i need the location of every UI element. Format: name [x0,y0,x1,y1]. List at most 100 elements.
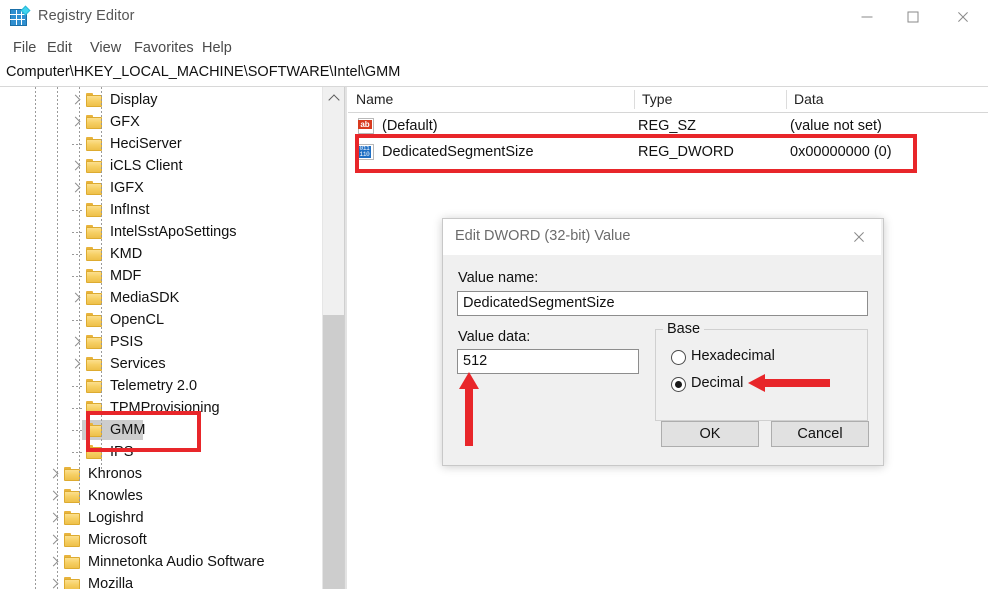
tree-item-infinst[interactable]: InfInst [0,199,322,221]
menu-edit[interactable]: Edit [41,38,78,58]
tree-item-services[interactable]: Services [0,353,322,375]
annotation-arrow-value-data [459,372,479,448]
tree-item-label: InfInst [110,202,150,218]
maximize-button[interactable] [890,0,936,34]
dialog-title-bar: Edit DWORD (32-bit) Value [443,219,881,255]
tree-item-opencl[interactable]: OpenCL [0,309,322,331]
tree-connector [72,144,82,145]
tree-connector [72,320,82,321]
tree-item-gfx[interactable]: GFX [0,111,322,133]
menu-bar: File Edit View Favorites Help [0,34,988,61]
tree-item-minnetonka-audio-software[interactable]: Minnetonka Audio Software [0,551,322,573]
column-divider[interactable] [786,90,787,109]
tree-connector [72,386,82,387]
chevron-right-icon[interactable] [68,155,84,177]
tree-item-telemetry-2-0[interactable]: Telemetry 2.0 [0,375,322,397]
tree-connector [72,232,82,233]
tree-item-icls-client[interactable]: iCLS Client [0,155,322,177]
tree-item-label: MDF [110,268,142,284]
tree-item-kmd[interactable]: KMD [0,243,322,265]
value-name-label: Value name: [458,270,539,286]
dialog-close-button[interactable] [837,219,881,255]
cancel-button[interactable]: Cancel [771,421,869,447]
registry-tree-pane[interactable]: Display GFX HeciServer iCLS Client IGFX InfIn… [0,87,322,589]
tree-item-psis[interactable]: PSIS [0,331,322,353]
tree-item-mozilla[interactable]: Mozilla [0,573,322,589]
column-header-name[interactable]: Name [356,91,393,107]
chevron-right-icon[interactable] [68,353,84,375]
chevron-right-icon[interactable] [46,551,62,573]
tree-item-knowles[interactable]: Knowles [0,485,322,507]
tree-item-label: Telemetry 2.0 [110,378,198,394]
pane-splitter[interactable] [345,87,347,589]
menu-view[interactable]: View [84,38,127,58]
tree-scrollbar-thumb[interactable] [323,315,345,589]
address-bar[interactable]: Computer\HKEY_LOCAL_MACHINE\SOFTWARE\Int… [0,61,988,87]
ok-button[interactable]: OK [661,421,759,447]
registry-editor-window: Registry Editor File Edit View Favorites… [0,0,988,589]
registry-path: Computer\HKEY_LOCAL_MACHINE\SOFTWARE\Int… [6,64,401,80]
value-data-text: 512 [463,353,488,369]
value-type: REG_SZ [638,118,697,134]
tree-item-label: IGFX [110,180,144,196]
chevron-right-icon[interactable] [46,529,62,551]
column-divider[interactable] [634,90,635,109]
annotation-box-dedicated-segment-size [355,134,917,173]
chevron-right-icon[interactable] [68,89,84,111]
value-name-input[interactable]: DedicatedSegmentSize [457,291,868,316]
annotation-box-gmm-key [86,411,201,452]
menu-favorites[interactable]: Favorites [128,38,200,58]
edit-dword-dialog: Edit DWORD (32-bit) Value Value name: De… [442,218,884,466]
chevron-right-icon[interactable] [68,287,84,309]
folder-icon [64,511,81,525]
value-data-input[interactable]: 512 [457,349,639,374]
chevron-up-icon[interactable] [323,87,345,107]
chevron-right-icon[interactable] [46,507,62,529]
tree-item-label: Khronos [88,466,143,482]
tree-item-intelsstaposettings[interactable]: IntelSstApoSettings [0,221,322,243]
tree-item-heciserver[interactable]: HeciServer [0,133,322,155]
chevron-right-icon[interactable] [68,177,84,199]
chevron-right-icon[interactable] [68,331,84,353]
column-header-type[interactable]: Type [642,91,672,107]
menu-help[interactable]: Help [196,38,238,58]
window-title: Registry Editor [38,8,135,24]
tree-item-display[interactable]: Display [0,89,322,111]
tree-item-mediasdk[interactable]: MediaSDK [0,287,322,309]
tree-item-microsoft[interactable]: Microsoft [0,529,322,551]
tree-item-label: Services [110,356,166,372]
tree-item-label: Minnetonka Audio Software [88,554,265,570]
tree-item-label: Display [110,92,158,108]
close-icon [853,231,866,244]
list-header: Name Type Data [348,87,988,113]
chevron-right-icon[interactable] [46,485,62,507]
tree-item-logishrd[interactable]: Logishrd [0,507,322,529]
tree-item-label: Knowles [88,488,143,504]
tree-item-label: IntelSstApoSettings [110,224,237,240]
tree-item-mdf[interactable]: MDF [0,265,322,287]
tree-item-label: GFX [110,114,140,130]
chevron-right-icon[interactable] [46,573,62,589]
minimize-icon [861,16,873,18]
tree-guide-line [79,87,80,507]
close-button[interactable] [940,0,986,34]
tree-item-label: Mozilla [88,576,134,589]
tree-guide-line [57,87,58,589]
annotation-arrow-decimal [748,374,830,392]
chevron-right-icon[interactable] [68,111,84,133]
tree-item-label: Microsoft [88,532,147,548]
tree-scrollbar[interactable] [322,87,345,589]
dialog-title: Edit DWORD (32-bit) Value [455,228,631,244]
tree-item-khronos[interactable]: Khronos [0,463,322,485]
radio-selected-dot-icon [675,381,682,388]
tree-item-label: PSIS [110,334,144,350]
minimize-button[interactable] [844,0,890,34]
tree-item-label: HeciServer [110,136,182,152]
chevron-right-icon[interactable] [46,463,62,485]
tree-item-label: KMD [110,246,143,262]
folder-icon [64,555,81,569]
tree-item-igfx[interactable]: IGFX [0,177,322,199]
column-header-data[interactable]: Data [794,91,824,107]
tree-guide-line [35,87,36,589]
menu-file[interactable]: File [7,38,42,58]
